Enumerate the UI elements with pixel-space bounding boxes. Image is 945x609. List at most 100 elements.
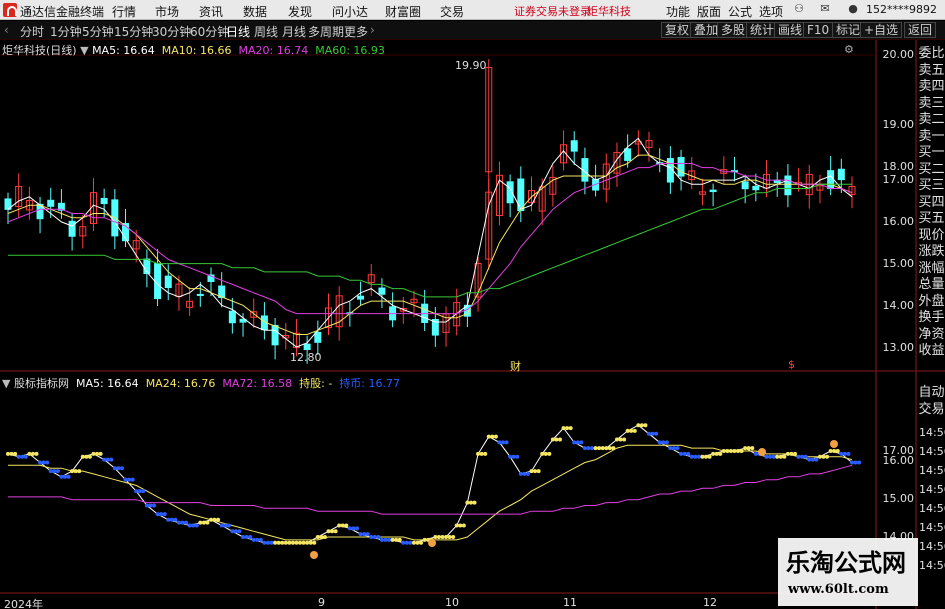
price-chart-svg[interactable] xyxy=(0,40,945,609)
side-change: 涨跌 xyxy=(918,244,945,259)
hold-dot xyxy=(87,454,92,459)
candle xyxy=(154,263,162,300)
hold-dot xyxy=(13,451,18,456)
hold-dot xyxy=(223,523,228,528)
side-outer-volume: 外盘 xyxy=(918,293,945,309)
fuquan-button[interactable]: 复权 xyxy=(661,22,694,38)
shirt-icon[interactable]: ⚇ xyxy=(792,2,806,16)
collapse-icon[interactable]: ‹ xyxy=(4,23,9,37)
menu-zixun[interactable]: 资讯 xyxy=(199,3,223,20)
menu-xuanxiang[interactable]: 选项 xyxy=(759,3,783,20)
period-more[interactable]: 更多 xyxy=(344,23,368,40)
hold-dot xyxy=(98,451,103,456)
hold-dot xyxy=(212,517,217,522)
period-5min[interactable]: 5分钟 xyxy=(82,23,114,40)
menu-wenxiaoda[interactable]: 问小达 xyxy=(332,3,368,20)
add-watchlist-button[interactable]: +自选 xyxy=(860,22,903,38)
hold-dot xyxy=(764,454,769,459)
menu-banmian[interactable]: 版面 xyxy=(697,3,721,20)
side-info-panel: 委比 卖五 卖四 卖三 卖二 卖一 买一 买二 买三 买四 买五 现价 涨跌 涨… xyxy=(918,46,945,360)
hold-dot xyxy=(38,460,43,465)
menu-shichang[interactable]: 市场 xyxy=(155,3,179,20)
huaxian-button[interactable]: 画线 xyxy=(774,22,807,38)
hold-dot xyxy=(497,440,502,445)
side-sell5: 卖五 xyxy=(918,62,945,78)
hold-dot xyxy=(169,517,174,522)
side-trade[interactable]: 交易 xyxy=(918,402,945,419)
menu-gongshi[interactable]: 公式 xyxy=(728,3,752,20)
menu-caifuquan[interactable]: 财富圈 xyxy=(385,3,421,20)
trade-login-alert[interactable]: 证券交易未登录 xyxy=(514,3,591,19)
period-monthly[interactable]: 月线 xyxy=(282,23,306,40)
sub-legend-chibi: 持币: 16.77 xyxy=(339,377,400,390)
hold-dot xyxy=(561,426,566,431)
hold-dot xyxy=(664,440,669,445)
hold-dot xyxy=(554,437,559,442)
chevron-right-icon[interactable]: › xyxy=(370,23,375,37)
menu-gongneng[interactable]: 功能 xyxy=(666,3,690,20)
hold-dot xyxy=(607,446,612,451)
legend-ma60: MA60: 16.93 xyxy=(315,44,385,57)
hold-dot xyxy=(312,540,317,545)
menu-bar: 通达信金融终端 行情 市场 资讯 数据 发现 问小达 财富圈 交易 证券交易未登… xyxy=(0,0,945,20)
sub-panel-toggle-icon[interactable]: ▼ xyxy=(2,377,14,390)
duogu-button[interactable]: 多股 xyxy=(717,22,750,38)
menu-shuju[interactable]: 数据 xyxy=(243,3,267,20)
period-weekly[interactable]: 周线 xyxy=(254,23,278,40)
back-button[interactable]: 返回 xyxy=(904,22,937,38)
period-30min[interactable]: 30分钟 xyxy=(152,23,191,40)
user-icon[interactable]: ● xyxy=(846,2,860,16)
watermark-title: 乐淘公式网 xyxy=(786,548,906,577)
y-tick-20: 20.00 xyxy=(882,48,915,61)
hold-dot xyxy=(746,446,751,451)
hold-dot xyxy=(205,520,210,525)
settings-icon[interactable]: ▼ xyxy=(80,44,92,57)
hold-dot xyxy=(408,540,413,545)
x-label-9: 9 xyxy=(318,596,325,609)
side-auto[interactable]: 自动 xyxy=(918,385,945,402)
hand-pointer-icon xyxy=(758,448,766,456)
menu-hangqing[interactable]: 行情 xyxy=(112,3,136,20)
hold-dot xyxy=(447,535,452,539)
menu-faxian[interactable]: 发现 xyxy=(288,3,312,20)
period-daily[interactable]: 日线 xyxy=(226,23,250,40)
time-item: 14:56 xyxy=(919,464,945,477)
sub-panel-legend: ▼ 股标指标网 MA5: 16.64 MA24: 16.76 MA72: 16.… xyxy=(2,375,400,391)
candle xyxy=(378,287,386,295)
period-1min[interactable]: 1分钟 xyxy=(50,23,82,40)
period-15min[interactable]: 15分钟 xyxy=(114,23,153,40)
hold-dot xyxy=(821,454,826,459)
hold-dot xyxy=(668,446,673,451)
hold-dot xyxy=(486,434,491,439)
hold-dot xyxy=(525,471,530,476)
current-stock-name: 炬华科技 xyxy=(587,5,631,18)
x-label-11: 11 xyxy=(563,596,577,609)
dividend-event-marker[interactable]: $ xyxy=(788,358,795,371)
hold-dot xyxy=(27,451,32,456)
chart-area: 炬华科技(日线) ▼ MA5: 16.64 MA10: 16.66 MA20: … xyxy=(0,40,945,609)
mail-icon[interactable]: ✉ xyxy=(818,2,832,16)
period-60min[interactable]: 60分钟 xyxy=(190,23,229,40)
candle xyxy=(68,220,76,237)
panel-settings-icon[interactable]: ⚙ xyxy=(844,43,854,56)
candle xyxy=(677,156,685,177)
hold-dot xyxy=(308,540,313,545)
hold-dot xyxy=(728,449,733,453)
hold-dot xyxy=(184,520,189,525)
finance-event-marker[interactable]: 财 xyxy=(510,358,521,374)
hold-dot xyxy=(41,460,46,465)
hold-dot xyxy=(152,503,157,508)
user-account[interactable]: 152****9892 xyxy=(866,3,937,16)
side-weibi: 委比 xyxy=(918,46,945,61)
hold-dot xyxy=(55,469,60,474)
hold-dot xyxy=(490,434,495,439)
hand-pointer-icon xyxy=(310,551,318,559)
y-tick-13: 13.00 xyxy=(882,341,915,354)
f10-button[interactable]: F10 xyxy=(803,22,834,38)
legend-ma5: MA5: 16.64 xyxy=(92,44,155,57)
menu-jiaoyi[interactable]: 交易 xyxy=(440,3,464,20)
sub-series-ma24 xyxy=(8,444,853,541)
hold-dot xyxy=(483,451,488,456)
period-multi[interactable]: 多周期 xyxy=(308,23,344,40)
period-fenshi[interactable]: 分时 xyxy=(20,23,44,40)
